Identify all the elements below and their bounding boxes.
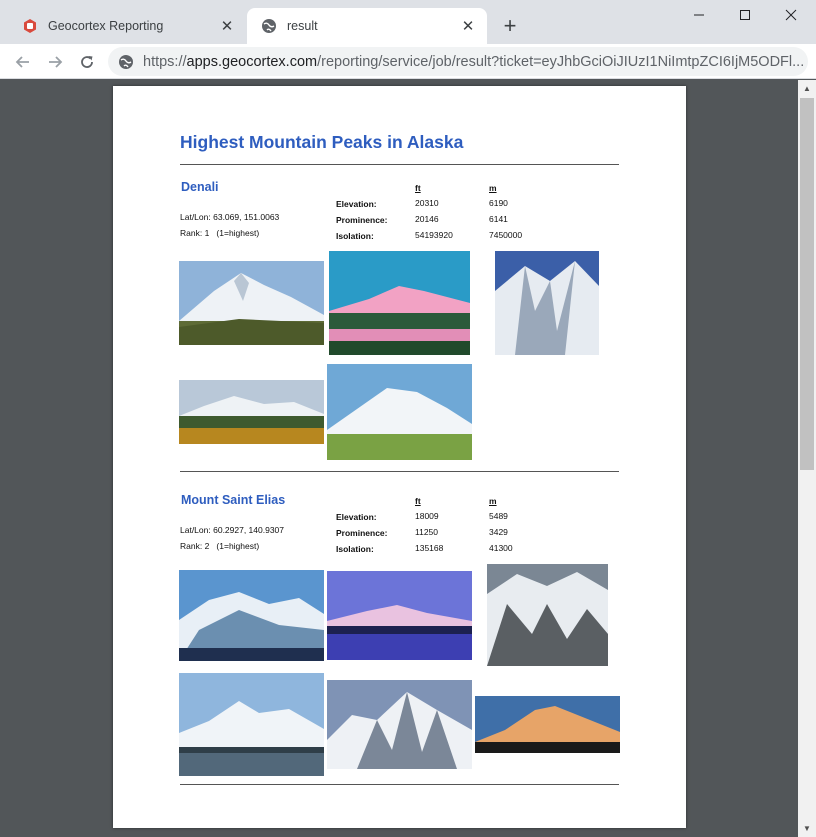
url-path: /reporting/service/job/result?ticket=eyJ…	[317, 53, 805, 70]
mountain-photo	[179, 261, 324, 345]
scrollbar-thumb[interactable]	[800, 98, 814, 470]
isolation-m: 41300	[489, 543, 513, 553]
scroll-up-arrow-icon[interactable]: ▲	[798, 80, 816, 97]
mountain-photo	[495, 251, 599, 355]
prominence-ft: 20146	[415, 214, 439, 224]
forward-arrow-icon[interactable]	[41, 48, 69, 76]
rank-note: (1=highest)	[216, 228, 260, 238]
mountain-photo	[475, 696, 620, 753]
m-header: m	[489, 496, 497, 506]
ft-header: ft	[415, 496, 421, 506]
tab-strip: Geocortex Reporting ✕ result ✕ +	[0, 0, 816, 44]
maximize-icon[interactable]	[722, 0, 768, 30]
latlon-label: Lat/Lon:	[180, 212, 211, 222]
rank-note: (1=highest)	[216, 541, 260, 551]
url-scheme: https://	[143, 53, 187, 70]
close-tab-icon[interactable]: ✕	[459, 17, 477, 35]
rank-label: Rank:	[180, 541, 203, 551]
mountain-photo	[487, 564, 608, 666]
rank-value: 1	[204, 228, 210, 238]
mountain-photo	[179, 673, 324, 776]
divider	[180, 164, 619, 165]
globe-favicon-icon	[261, 18, 277, 34]
pdf-viewer[interactable]: Highest Mountain Peaks in Alaska Denali …	[0, 80, 798, 837]
url-host: apps.geocortex.com	[186, 53, 318, 70]
close-tab-icon[interactable]: ✕	[218, 17, 236, 35]
elevation-m: 5489	[489, 511, 508, 521]
new-tab-plus-icon[interactable]: +	[497, 13, 523, 39]
m-header: m	[489, 183, 497, 193]
elevation-ft: 20310	[415, 198, 439, 208]
tab-title: Geocortex Reporting	[48, 19, 164, 33]
latlon-value: 60.2927, 140.9307	[213, 525, 285, 535]
window-close-icon[interactable]	[768, 0, 814, 30]
prominence-label: Prominence:	[336, 215, 388, 225]
rank-label: Rank:	[180, 228, 203, 238]
mountain-photo	[327, 571, 472, 660]
rank-value: 2	[204, 541, 210, 551]
scroll-down-arrow-icon[interactable]: ▼	[798, 820, 816, 837]
rank-row: Rank: 2 (1=highest)	[180, 541, 259, 551]
mountain-photo	[329, 251, 470, 355]
minimize-icon[interactable]	[676, 0, 722, 30]
back-arrow-icon[interactable]	[9, 48, 37, 76]
ft-header: ft	[415, 183, 421, 193]
latlon-row: Lat/Lon: 63.069, 151.0063	[180, 212, 279, 222]
isolation-label: Isolation:	[336, 544, 374, 554]
report-title: Highest Mountain Peaks in Alaska	[180, 132, 464, 152]
isolation-label: Isolation:	[336, 231, 374, 241]
elevation-m: 6190	[489, 198, 508, 208]
geocortex-favicon-icon	[22, 18, 38, 34]
browser-toolbar: https://apps.geocortex.com/reporting/ser…	[0, 44, 816, 79]
prominence-m: 3429	[489, 527, 508, 537]
isolation-ft: 135168	[415, 543, 444, 553]
prominence-ft: 11250	[415, 527, 439, 537]
divider	[180, 471, 619, 472]
reload-icon[interactable]	[73, 48, 101, 76]
prominence-label: Prominence:	[336, 528, 388, 538]
elevation-ft: 18009	[415, 511, 439, 521]
vertical-scrollbar[interactable]: ▲ ▼	[798, 80, 816, 837]
latlon-row: Lat/Lon: 60.2927, 140.9307	[180, 525, 284, 535]
isolation-ft: 54193920	[415, 230, 453, 240]
mountain-photo	[327, 680, 472, 769]
prominence-m: 6141	[489, 214, 508, 224]
elevation-label: Elevation:	[336, 512, 377, 522]
address-bar[interactable]: https://apps.geocortex.com/reporting/ser…	[108, 47, 808, 76]
latlon-label: Lat/Lon:	[180, 525, 211, 535]
divider	[180, 784, 619, 785]
report-page: Highest Mountain Peaks in Alaska Denali …	[113, 86, 686, 828]
mountain-photo	[179, 570, 324, 661]
site-info-globe-icon[interactable]	[118, 54, 134, 70]
latlon-value: 63.069, 151.0063	[213, 212, 280, 222]
tab-result[interactable]: result ✕	[247, 8, 487, 44]
rank-row: Rank: 1 (1=highest)	[180, 228, 259, 238]
elevation-label: Elevation:	[336, 199, 377, 209]
isolation-m: 7450000	[489, 230, 523, 240]
tab-title: result	[287, 19, 318, 33]
peak-name: Denali	[181, 180, 219, 194]
tab-geocortex-reporting[interactable]: Geocortex Reporting ✕	[8, 8, 246, 44]
mountain-photo	[327, 364, 472, 460]
mountain-photo	[179, 380, 324, 444]
peak-name: Mount Saint Elias	[181, 493, 286, 507]
